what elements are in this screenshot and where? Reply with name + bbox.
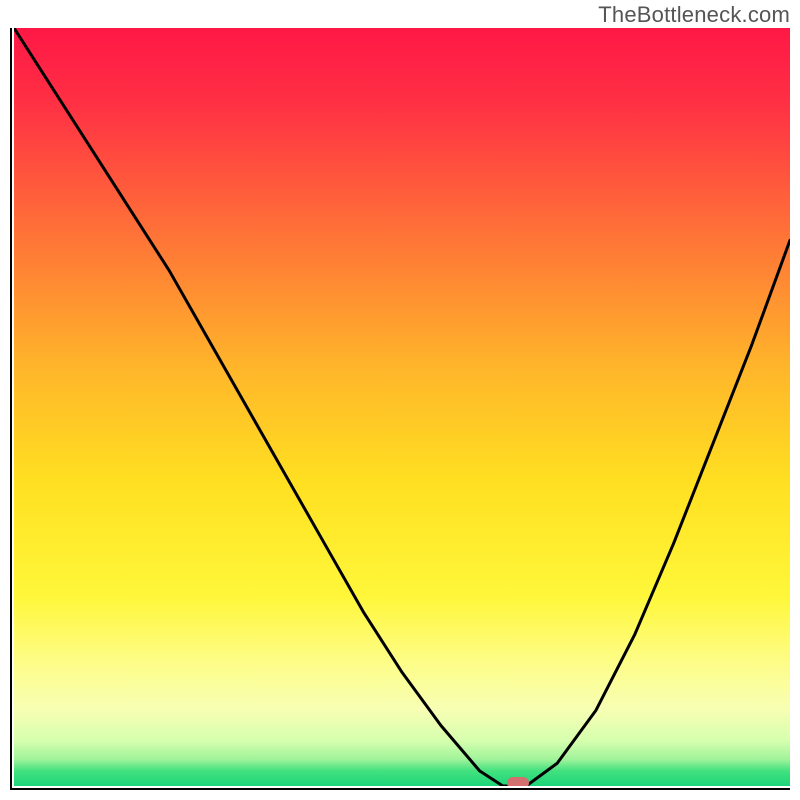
chart-container: TheBottleneck.com	[0, 0, 800, 800]
optimal-point-marker	[507, 777, 529, 786]
curve-path	[14, 28, 790, 786]
bottleneck-curve	[14, 28, 790, 786]
plot-inner	[14, 28, 790, 786]
watermark-text: TheBottleneck.com	[598, 2, 790, 28]
plot-area	[10, 28, 790, 790]
